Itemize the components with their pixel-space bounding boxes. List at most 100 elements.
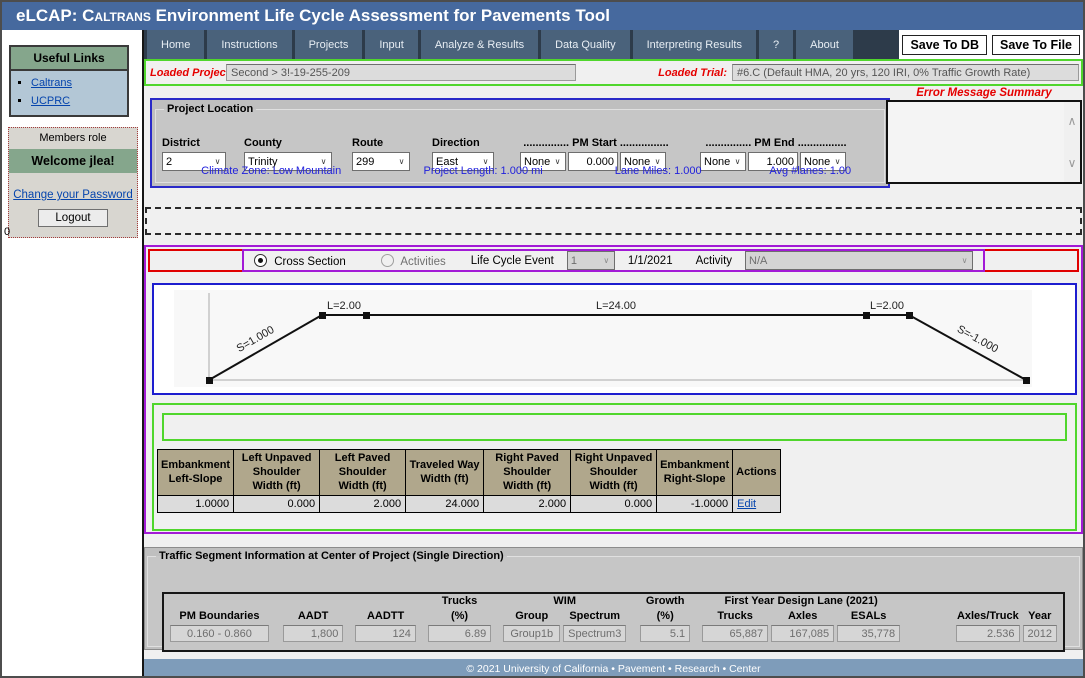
wim-spectrum-label: Spectrum (563, 609, 626, 623)
caltrans-link[interactable]: Caltrans (31, 77, 72, 89)
col-embankment-right-slope: Embankment Right-Slope (657, 450, 733, 496)
project-location-legend: Project Location (164, 103, 256, 115)
climate-zone-text: Climate Zone: Low Mountain (156, 165, 386, 177)
pm-end-label: ............... PM End ................ (700, 137, 852, 149)
activity-value: N/A (746, 255, 957, 267)
ucprc-link[interactable]: UCPRC (31, 95, 70, 107)
view-toolbar: Cross Section Activities Life Cycle Even… (242, 249, 985, 272)
nav-item-interpreting-results[interactable]: Interpreting Results (633, 30, 756, 59)
route-label: Route (352, 137, 410, 149)
fydl-trucks-subfield: Trucks 65,887 (702, 609, 768, 642)
traveled-way-length-label: L=24.00 (596, 300, 636, 312)
cross-section-radio[interactable] (254, 254, 267, 267)
life-cycle-event-value: 1 (568, 255, 599, 267)
cell-right-unpaved-shoulder: 0.000 (571, 496, 657, 513)
table-header-row: Embankment Left-Slope Left Unpaved Shoul… (158, 450, 781, 496)
nav-item-analyze-results[interactable]: Analyze & Results (421, 30, 538, 59)
error-summary-scrollbar[interactable]: ∧ ∨ (1064, 102, 1080, 182)
vertex-marker[interactable] (1023, 377, 1030, 384)
avg-lanes-text: Avg #lanes: 1.00 (737, 165, 884, 177)
app-title-caltrans: Caltrans (82, 6, 151, 26)
cross-section-table: Embankment Left-Slope Left Unpaved Shoul… (157, 449, 781, 513)
activities-radio[interactable] (381, 254, 394, 267)
trucks-label: Trucks (428, 594, 491, 608)
fydl-axles-value: 167,085 (771, 625, 834, 642)
fydl-esals-value: 35,778 (837, 625, 900, 642)
nav-item-help[interactable]: ? (759, 30, 793, 59)
trucks-pct-value: 6.89 (428, 625, 491, 642)
vertex-marker[interactable] (206, 377, 213, 384)
county-label: County (244, 137, 332, 149)
app-title-prefix: eLCAP: (16, 6, 82, 26)
save-to-file-button[interactable]: Save To File (992, 35, 1080, 55)
traffic-values-box: PM Boundaries 0.160 - 0.860 AADT 1,800 A… (162, 592, 1065, 652)
direction-label: Direction (432, 137, 494, 149)
axles-per-truck-value: 2.536 (956, 625, 1019, 642)
cross-section-container: Cross Section Activities Life Cycle Even… (144, 245, 1083, 534)
traffic-fieldset: Traffic Segment Information at Center of… (147, 550, 1080, 647)
elcap-app-window: eLCAP: Caltrans Environment Life Cycle A… (0, 0, 1085, 678)
activity-select[interactable]: N/A ∨ (745, 251, 973, 270)
members-role-panel: Members role Welcome jlea! Change your P… (8, 127, 138, 238)
project-location-panel: Project Location District 2 ∨ County Tri… (150, 98, 890, 188)
change-password-link[interactable]: Change your Password (9, 189, 137, 201)
col-left-unpaved-shoulder: Left Unpaved Shoulder Width (ft) (234, 450, 320, 496)
growth-value: 5.1 (640, 625, 690, 642)
vertex-marker[interactable] (363, 312, 370, 319)
growth-field: Growth (%) 5.1 (640, 594, 690, 642)
nav-item-input[interactable]: Input (365, 30, 417, 59)
vertex-marker[interactable] (906, 312, 913, 319)
nav-item-data-quality[interactable]: Data Quality (541, 30, 630, 59)
traffic-legend: Traffic Segment Information at Center of… (156, 550, 507, 562)
wim-group-label: Group (503, 609, 560, 623)
vertex-marker[interactable] (863, 312, 870, 319)
cross-section-radio-group[interactable]: Cross Section (254, 254, 346, 268)
project-location-fieldset: Project Location District 2 ∨ County Tri… (155, 103, 885, 183)
cross-section-table-area: Embankment Left-Slope Left Unpaved Shoul… (152, 403, 1077, 531)
project-length-text: Project Length: 1.000 mi (386, 165, 580, 177)
chevron-down-icon: ∨ (599, 256, 614, 265)
aadt-field: AADT 1,800 (283, 609, 343, 642)
footer-text: © 2021 University of California • Paveme… (466, 663, 760, 675)
growth-pct-label: (%) (640, 609, 690, 623)
left-shoulder-length-label: L=2.00 (327, 300, 361, 312)
col-right-unpaved-shoulder: Right Unpaved Shoulder Width (ft) (571, 450, 657, 496)
axles-per-truck-field: Axles/Truck 2.536 (956, 609, 1019, 642)
cell-left-paved-shoulder: 2.000 (320, 496, 406, 513)
life-cycle-event-label: Life Cycle Event (471, 255, 554, 267)
view-toolbar-row: Cross Section Activities Life Cycle Even… (148, 249, 1079, 272)
aadtt-value: 124 (355, 625, 415, 642)
lane-miles-text: Lane Miles: 1.000 (580, 165, 737, 177)
welcome-banner: Welcome jlea! (9, 149, 137, 173)
loaded-status-bar: Loaded Project: Second > 3!-19-255-209 L… (144, 59, 1083, 86)
vertex-marker[interactable] (319, 312, 326, 319)
aadt-value: 1,800 (283, 625, 343, 642)
scroll-up-icon[interactable]: ∧ (1068, 114, 1077, 128)
nav-item-about[interactable]: About (796, 30, 853, 59)
loaded-trial-label: Loaded Trial: (658, 67, 727, 79)
nav-item-instructions[interactable]: Instructions (207, 30, 291, 59)
loaded-trial-field: #6.C (Default HMA, 20 yrs, 120 IRI, 0% T… (732, 64, 1079, 81)
nav-item-projects[interactable]: Projects (295, 30, 363, 59)
fydl-trucks-value: 65,887 (702, 625, 768, 642)
life-cycle-event-select[interactable]: 1 ∨ (567, 251, 615, 270)
nav-item-home[interactable]: Home (147, 30, 204, 59)
empty-message-box (162, 413, 1067, 441)
save-to-db-button[interactable]: Save To DB (902, 35, 987, 55)
nav-bar: Home Instructions Projects Input Analyze… (144, 30, 1083, 59)
pm-boundaries-value: 0.160 - 0.860 (170, 625, 269, 642)
app-title-bar: eLCAP: Caltrans Environment Life Cycle A… (2, 2, 1083, 30)
wim-group-subfield: Group Group1b (503, 609, 560, 642)
trucks-pct-field: Trucks (%) 6.89 (428, 594, 491, 642)
activities-radio-group[interactable]: Activities (381, 254, 446, 268)
trucks-pct-label: (%) (428, 609, 491, 623)
loaded-project-label: Loaded Project: (150, 67, 226, 79)
logout-button[interactable]: Logout (38, 209, 107, 227)
scroll-down-icon[interactable]: ∨ (1068, 156, 1077, 170)
edit-link[interactable]: Edit (737, 498, 756, 510)
list-item: Caltrans (31, 77, 127, 89)
year-label: Year (1023, 609, 1057, 623)
col-embankment-left-slope: Embankment Left-Slope (158, 450, 234, 496)
aadtt-field: AADTT 124 (355, 609, 415, 642)
cell-embankment-right-slope: -1.0000 (657, 496, 733, 513)
